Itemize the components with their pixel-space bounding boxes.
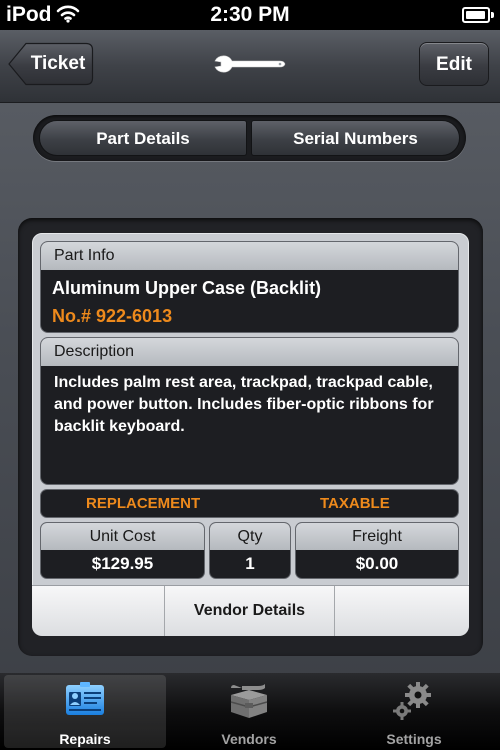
card-action-bar: Vendor Details (32, 585, 469, 636)
part-flags: REPLACEMENT TAXABLE (40, 489, 459, 518)
back-button[interactable]: Ticket (8, 42, 94, 86)
action-right-empty (335, 586, 469, 636)
screen: iPod 2:30 PM Ticket Edit Part Details Se… (0, 0, 500, 750)
toolbox-icon (230, 684, 268, 718)
tab-part-details[interactable]: Part Details (39, 120, 247, 156)
unit-cost-label: Unit Cost (41, 523, 204, 550)
tab-settings-label: Settings (386, 731, 442, 747)
wrench-icon (212, 52, 290, 81)
tab-vendors[interactable]: Vendors (168, 675, 330, 748)
freight-value: $0.00 (355, 554, 399, 573)
gears-icon (393, 682, 431, 720)
qty-label: Qty (210, 523, 290, 550)
tab-bar: Repairs Vendors Settings (0, 673, 500, 750)
qty-box: Qty 1 (209, 522, 291, 579)
part-info-header: Part Info (41, 242, 458, 270)
replacement-flag: REPLACEMENT (86, 495, 201, 512)
vendor-details-button[interactable]: Vendor Details (165, 586, 335, 636)
description-panel: Description Includes palm rest area, tra… (40, 337, 459, 485)
tab-repairs-label: Repairs (59, 731, 111, 747)
tab-settings[interactable]: Settings (333, 675, 495, 748)
action-left-empty (32, 586, 165, 636)
tab-serial-numbers[interactable]: Serial Numbers (251, 120, 460, 156)
status-bar: iPod 2:30 PM (0, 0, 500, 30)
id-card-icon (66, 682, 104, 715)
freight-label: Freight (296, 523, 458, 550)
unit-cost-box: Unit Cost $129.95 (40, 522, 205, 579)
segmented-control: Part Details Serial Numbers (33, 115, 466, 161)
qty-value: 1 (245, 554, 255, 573)
unit-cost-value: $129.95 (91, 554, 154, 573)
battery-icon (462, 7, 494, 23)
part-info-panel: Part Info Aluminum Upper Case (Backlit) … (40, 241, 459, 333)
edit-button[interactable]: Edit (419, 42, 489, 86)
part-number: No.# 922-6013 (52, 306, 173, 326)
tab-vendors-label: Vendors (221, 731, 277, 747)
description-header: Description (41, 338, 458, 366)
back-button-label: Ticket (30, 53, 86, 74)
description-text: Includes palm rest area, trackpad, track… (54, 374, 434, 435)
tab-repairs[interactable]: Repairs (4, 675, 166, 748)
freight-box: Freight $0.00 (295, 522, 459, 579)
taxable-flag: TAXABLE (320, 495, 390, 512)
clock-time: 2:30 PM (210, 3, 290, 26)
part-name: Aluminum Upper Case (Backlit) (52, 278, 322, 298)
